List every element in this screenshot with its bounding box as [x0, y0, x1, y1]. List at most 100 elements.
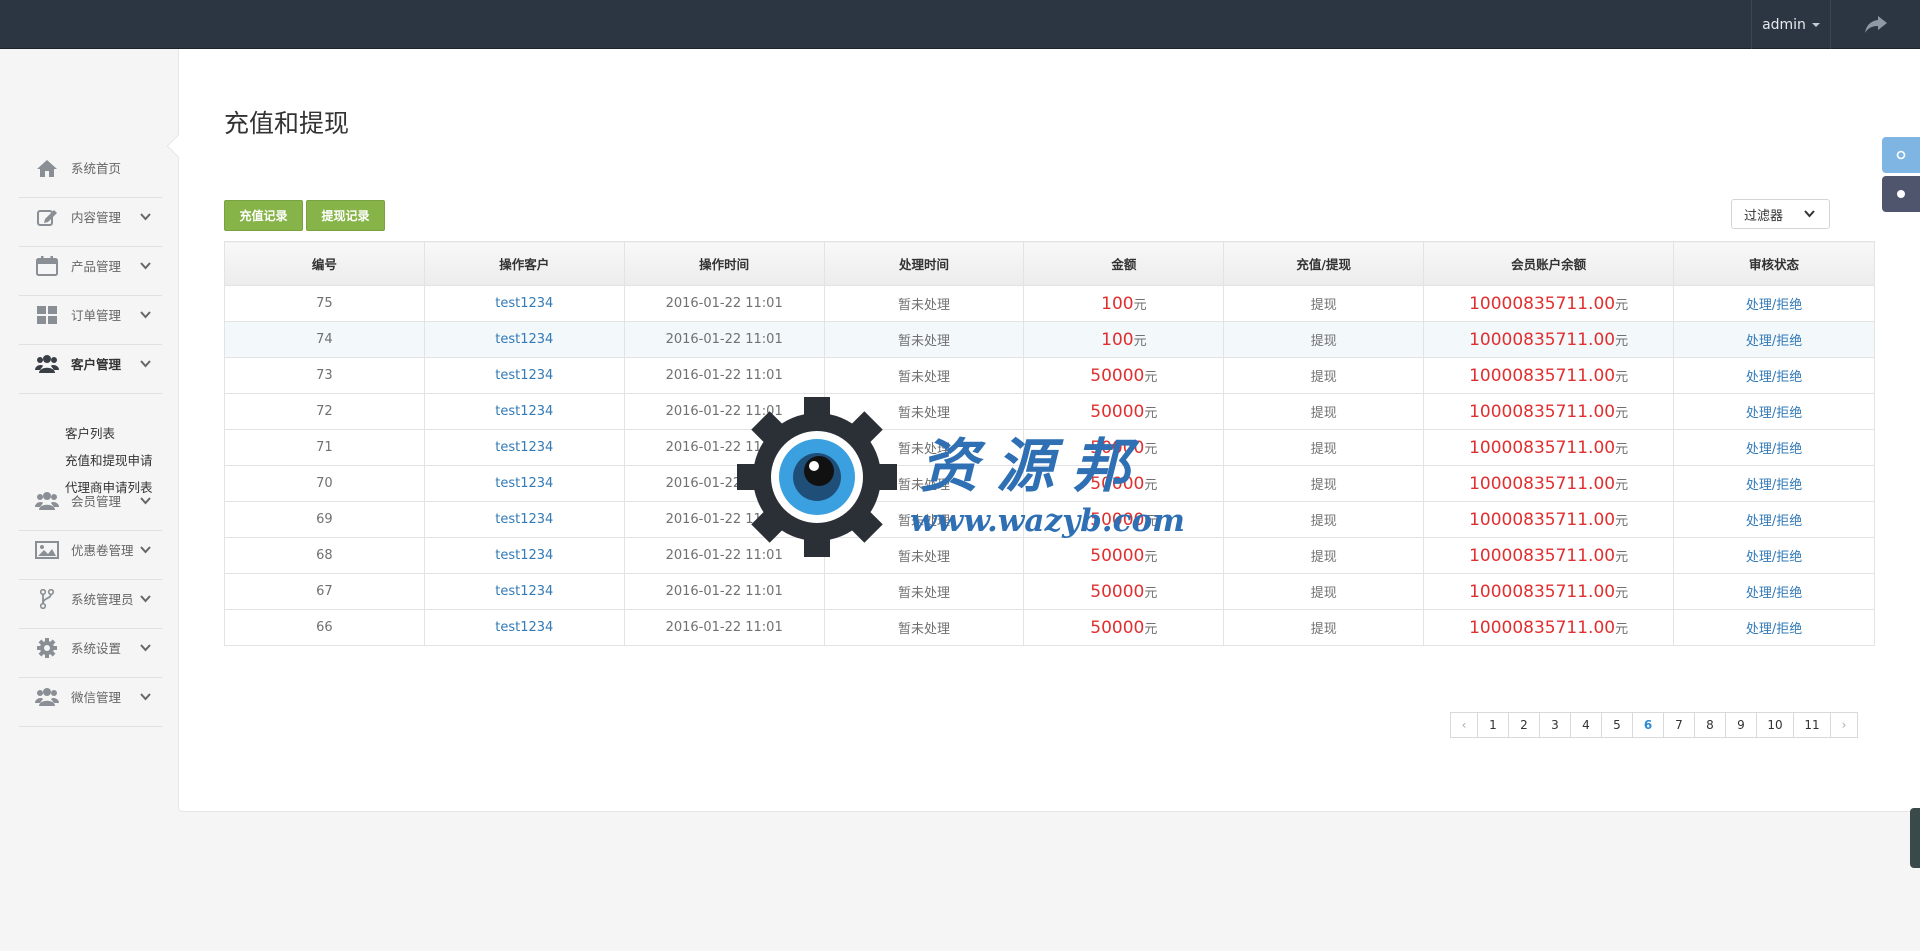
amount-unit: 元	[1133, 297, 1147, 313]
cell-status: 处理/拒绝	[1673, 573, 1875, 610]
pagination-page[interactable]: 5	[1601, 712, 1633, 738]
pagination-page[interactable]: 2	[1508, 712, 1540, 738]
customer-link[interactable]: test1234	[495, 404, 553, 419]
process-reject-link[interactable]: 处理/拒绝	[1746, 550, 1802, 565]
customer-link[interactable]: test1234	[495, 440, 553, 455]
cell-amount: 100元	[1023, 321, 1225, 358]
pagination-prev[interactable]: ‹	[1450, 712, 1478, 738]
cell-op-time: 2016-01-22 11:01	[623, 609, 825, 646]
pagination-page[interactable]: 11	[1793, 712, 1831, 738]
users-icon	[34, 686, 60, 708]
balance-unit: 元	[1615, 441, 1629, 457]
sidebar-item-customer[interactable]: 客户管理	[19, 334, 162, 394]
cell-id: 69	[224, 501, 425, 538]
cell-handled-time: 暂未处理	[823, 321, 1025, 358]
cell-type: 提现	[1223, 537, 1425, 574]
sidebar-item-label: 优惠卷管理	[71, 543, 134, 558]
cell-customer: test1234	[423, 609, 625, 646]
customer-link[interactable]: test1234	[495, 368, 553, 383]
balance-unit: 元	[1615, 333, 1629, 349]
submenu-agent-applications[interactable]: 代理商申请列表	[65, 474, 153, 501]
process-reject-link[interactable]: 处理/拒绝	[1746, 406, 1802, 421]
page-title: 充值和提现	[224, 109, 350, 138]
cell-balance: 10000835711.00元	[1423, 573, 1675, 610]
col-status: 审核状态	[1673, 241, 1875, 286]
withdraw-records-button[interactable]: 提现记录	[306, 200, 385, 231]
cell-type: 提现	[1223, 609, 1425, 646]
pagination-page[interactable]: 9	[1725, 712, 1757, 738]
customer-link[interactable]: test1234	[495, 584, 553, 599]
cell-status: 处理/拒绝	[1673, 321, 1875, 358]
top-navbar: admin	[0, 0, 1920, 49]
process-reject-link[interactable]: 处理/拒绝	[1746, 370, 1802, 385]
cell-handled-time: 暂未处理	[823, 285, 1025, 322]
process-reject-link[interactable]: 处理/拒绝	[1746, 334, 1802, 349]
balance-value: 10000835711.00	[1469, 509, 1616, 530]
balance-unit: 元	[1615, 549, 1629, 565]
process-reject-link[interactable]: 处理/拒绝	[1746, 298, 1802, 313]
sidebar-item-label: 内容管理	[71, 210, 122, 225]
cell-balance: 10000835711.00元	[1423, 465, 1675, 502]
customer-link[interactable]: test1234	[495, 332, 553, 347]
pagination-next[interactable]: ›	[1830, 712, 1858, 738]
process-reject-link[interactable]: 处理/拒绝	[1746, 478, 1802, 493]
process-reject-link[interactable]: 处理/拒绝	[1746, 442, 1802, 457]
user-name: admin	[1762, 16, 1806, 33]
process-reject-link[interactable]: 处理/拒绝	[1746, 622, 1802, 637]
balance-value: 10000835711.00	[1469, 581, 1616, 602]
cell-type: 提现	[1223, 393, 1425, 430]
cell-op-time: 2016-01-22 11:01	[623, 285, 825, 322]
submenu-customer-list[interactable]: 客户列表	[65, 420, 153, 447]
customer-link[interactable]: test1234	[495, 476, 553, 491]
cell-balance: 10000835711.00元	[1423, 285, 1675, 322]
logout-button[interactable]	[1832, 0, 1920, 49]
cell-id: 68	[224, 537, 425, 574]
amount-unit: 元	[1144, 621, 1158, 637]
side-tab-settings[interactable]	[1882, 137, 1920, 173]
chevron-down-icon	[138, 357, 152, 371]
cell-balance: 10000835711.00元	[1423, 357, 1675, 394]
cell-customer: test1234	[423, 357, 625, 394]
cell-handled-time: 暂未处理	[823, 573, 1025, 610]
user-menu[interactable]: admin	[1751, 0, 1831, 49]
pagination-page[interactable]: 1	[1477, 712, 1509, 738]
cell-status: 处理/拒绝	[1673, 393, 1875, 430]
pagination: ‹ 1 2 3 4 5 6 7 8 9 10 11 ›	[1450, 712, 1858, 738]
pagination-page[interactable]: 7	[1663, 712, 1695, 738]
customer-link[interactable]: test1234	[495, 512, 553, 527]
col-customer: 操作客户	[423, 241, 625, 286]
process-reject-link[interactable]: 处理/拒绝	[1746, 514, 1802, 529]
sidebar-item-label: 系统管理员	[71, 592, 134, 607]
table-header-row: 编号 操作客户 操作时间 处理时间 金额 充值/提现 会员账户余额 审核状态	[224, 241, 1875, 286]
pagination-page[interactable]: 8	[1694, 712, 1726, 738]
edge-handle[interactable]	[1910, 808, 1920, 868]
balance-value: 10000835711.00	[1469, 293, 1616, 314]
edit-icon	[34, 206, 60, 228]
balance-unit: 元	[1615, 513, 1629, 529]
sidebar-item-label: 微信管理	[71, 690, 122, 705]
image-icon	[34, 539, 60, 561]
pagination-page[interactable]: 10	[1756, 712, 1794, 738]
cell-customer: test1234	[423, 501, 625, 538]
submenu-recharge-withdraw[interactable]: 充值和提现申请	[65, 447, 153, 474]
customer-link[interactable]: test1234	[495, 296, 553, 311]
process-reject-link[interactable]: 处理/拒绝	[1746, 586, 1802, 601]
pagination-page[interactable]: 6	[1632, 712, 1664, 738]
cell-amount: 100元	[1023, 285, 1225, 322]
circle-outline-icon	[1896, 150, 1906, 160]
filter-dropdown[interactable]: 过滤器	[1731, 199, 1830, 229]
customer-link[interactable]: test1234	[495, 548, 553, 563]
sidebar-item-wechat[interactable]: 微信管理	[19, 667, 162, 727]
recharge-records-button[interactable]: 充值记录	[224, 200, 303, 231]
side-tab-theme[interactable]	[1882, 176, 1920, 212]
balance-value: 10000835711.00	[1469, 329, 1616, 350]
table-row: 75 test1234 2016-01-22 11:01 暂未处理 100元 提现 1000…	[224, 285, 1875, 322]
cell-op-time: 2016-01-22 11:01	[623, 321, 825, 358]
pagination-page[interactable]: 3	[1539, 712, 1571, 738]
chevron-down-icon	[138, 308, 152, 322]
chevron-down-icon	[138, 592, 152, 606]
pagination-page[interactable]: 4	[1570, 712, 1602, 738]
sidebar-item-label: 产品管理	[71, 259, 122, 274]
table-row: 66 test1234 2016-01-22 11:01 暂未处理 50000元 提现 10…	[224, 609, 1875, 646]
customer-link[interactable]: test1234	[495, 620, 553, 635]
